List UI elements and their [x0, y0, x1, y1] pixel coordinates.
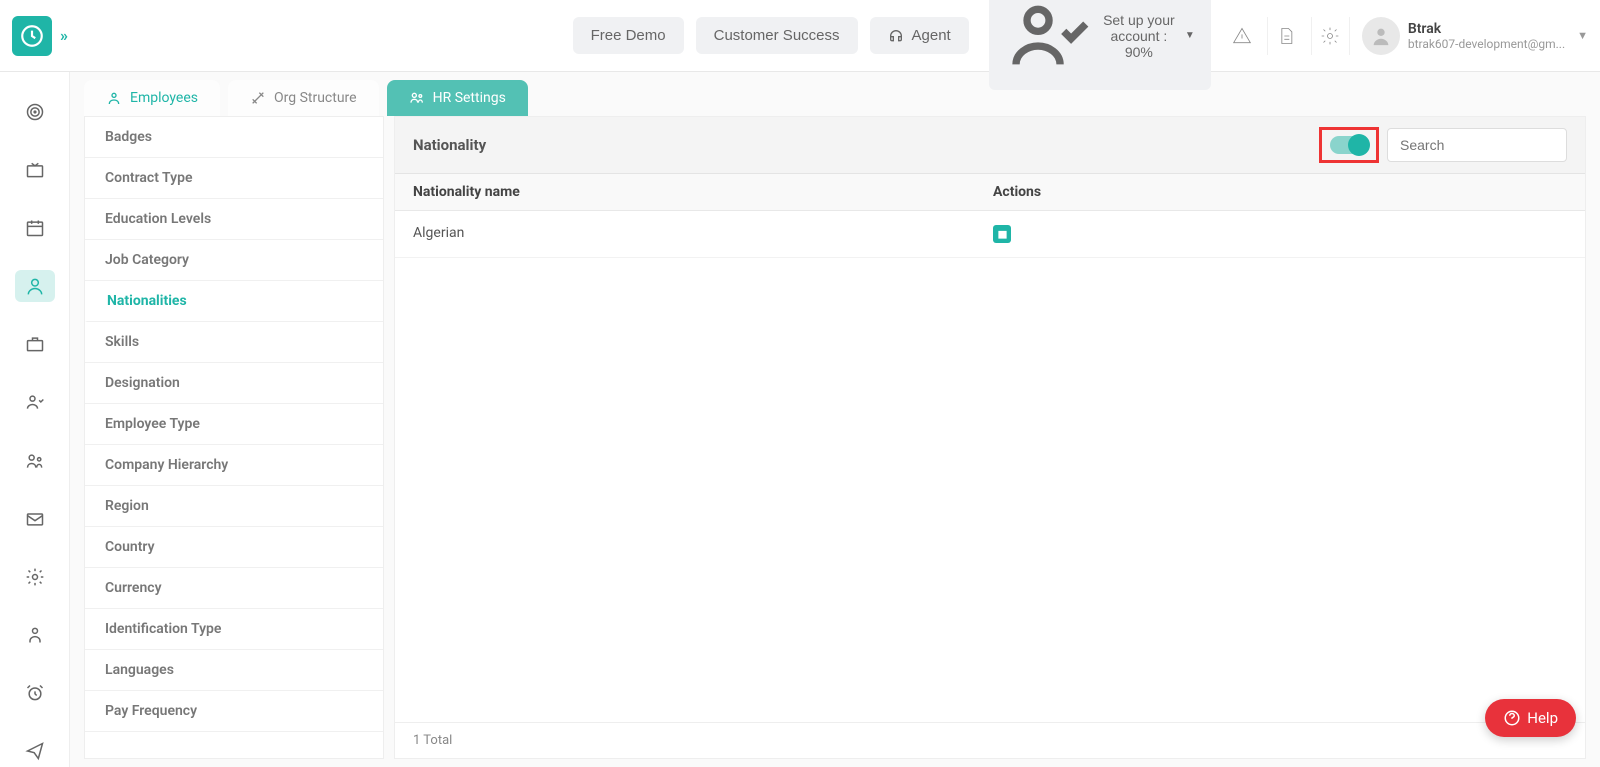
nav-team-icon[interactable]: [15, 444, 55, 476]
agent-button[interactable]: Agent: [870, 17, 969, 54]
help-label: Help: [1527, 709, 1558, 727]
table-header: Nationality name Actions: [395, 174, 1585, 211]
free-demo-button[interactable]: Free Demo: [573, 17, 684, 54]
body-row: BadgesContract TypeEducation LevelsJob C…: [84, 116, 1586, 759]
nav-gear-icon[interactable]: [15, 561, 55, 593]
tab-org-structure[interactable]: Org Structure: [228, 80, 379, 116]
column-name-header: Nationality name: [413, 184, 993, 200]
chevron-down-icon: ▼: [1577, 29, 1588, 42]
user-email: btrak607-development@gm...: [1408, 37, 1565, 51]
tab-hr-settings[interactable]: HR Settings: [387, 80, 528, 116]
archive-up-icon: [997, 229, 1008, 240]
tab-label: HR Settings: [433, 90, 506, 106]
restore-button[interactable]: [993, 225, 1011, 243]
agent-button-label: Agent: [912, 27, 951, 44]
avatar: [1362, 17, 1400, 55]
settings-icon-button[interactable]: [1311, 17, 1349, 55]
settings-item-currency[interactable]: Currency: [85, 568, 383, 609]
nav-user-check-icon[interactable]: [15, 386, 55, 418]
main-layout: Employees Org Structure HR Settings Badg…: [0, 72, 1600, 767]
settings-item-nationalities[interactable]: Nationalities: [85, 281, 383, 322]
tab-label: Org Structure: [274, 90, 357, 106]
tabs: Employees Org Structure HR Settings: [84, 80, 1586, 116]
settings-item-designation[interactable]: Designation: [85, 363, 383, 404]
settings-item-skills[interactable]: Skills: [85, 322, 383, 363]
settings-item-education-levels[interactable]: Education Levels: [85, 199, 383, 240]
user-info: Btrak btrak607-development@gm...: [1408, 21, 1565, 51]
content-area: Employees Org Structure HR Settings Badg…: [70, 72, 1600, 767]
left-nav: [0, 72, 70, 767]
logo-container: »: [12, 16, 72, 56]
help-icon: [1503, 709, 1521, 727]
toggle-switch[interactable]: [1330, 136, 1368, 154]
nav-person-icon[interactable]: [15, 270, 55, 302]
chevron-down-icon: ▼: [1185, 30, 1195, 41]
settings-item-job-category[interactable]: Job Category: [85, 240, 383, 281]
nav-tv-icon[interactable]: [15, 154, 55, 186]
nav-alarm-icon[interactable]: [15, 677, 55, 709]
settings-item-company-hierarchy[interactable]: Company Hierarchy: [85, 445, 383, 486]
person-icon: [106, 90, 122, 106]
app-header: » Free Demo Customer Success Agent Set u…: [0, 0, 1600, 72]
tab-label: Employees: [130, 90, 198, 106]
actions-cell: [993, 225, 1567, 243]
panel-title: Nationality: [413, 136, 1319, 154]
nav-mail-icon[interactable]: [15, 503, 55, 535]
settings-sidebar: BadgesContract TypeEducation LevelsJob C…: [84, 116, 384, 759]
person-check-icon: [1005, 0, 1093, 80]
header-icons: [1223, 17, 1349, 55]
nav-send-icon[interactable]: [15, 735, 55, 767]
tools-icon: [250, 90, 266, 106]
tab-employees[interactable]: Employees: [84, 80, 220, 116]
settings-item-identification-type[interactable]: Identification Type: [85, 609, 383, 650]
user-name: Btrak: [1408, 21, 1565, 37]
setup-account-label: Set up your account : 90%: [1101, 12, 1177, 60]
nav-profile-icon[interactable]: [15, 619, 55, 651]
nationality-panel: Nationality Nationality name Actions Alg…: [394, 116, 1586, 759]
settings-item-region[interactable]: Region: [85, 486, 383, 527]
toggle-highlight: [1319, 127, 1379, 163]
panel-footer: 1 Total: [395, 722, 1585, 758]
document-icon: [1276, 26, 1296, 46]
settings-item-languages[interactable]: Languages: [85, 650, 383, 691]
settings-item-country[interactable]: Country: [85, 527, 383, 568]
document-icon-button[interactable]: [1267, 17, 1305, 55]
search-input[interactable]: [1387, 128, 1567, 162]
column-actions-header: Actions: [993, 184, 1567, 200]
clock-icon: [19, 23, 45, 49]
panel-header: Nationality: [395, 117, 1585, 174]
headset-icon: [888, 28, 904, 44]
settings-item-contract-type[interactable]: Contract Type: [85, 158, 383, 199]
help-button[interactable]: Help: [1485, 699, 1576, 737]
app-logo[interactable]: [12, 16, 52, 56]
alert-icon: [1232, 26, 1252, 46]
nav-calendar-icon[interactable]: [15, 212, 55, 244]
settings-item-badges[interactable]: Badges: [85, 117, 383, 158]
expand-sidebar-icon[interactable]: »: [60, 26, 68, 45]
nav-briefcase-icon[interactable]: [15, 328, 55, 360]
gear-icon: [1320, 26, 1340, 46]
nationality-name-cell: Algerian: [413, 225, 993, 243]
user-menu[interactable]: Btrak btrak607-development@gm... ▼: [1349, 17, 1588, 55]
people-icon: [409, 90, 425, 106]
customer-success-button[interactable]: Customer Success: [696, 17, 858, 54]
settings-item-pay-frequency[interactable]: Pay Frequency: [85, 691, 383, 732]
toggle-knob: [1348, 134, 1370, 156]
table-row: Algerian: [395, 211, 1585, 258]
table-body: Algerian: [395, 211, 1585, 258]
alert-icon-button[interactable]: [1223, 17, 1261, 55]
nav-target-icon[interactable]: [15, 96, 55, 128]
person-icon: [1370, 25, 1392, 47]
settings-item-employee-type[interactable]: Employee Type: [85, 404, 383, 445]
